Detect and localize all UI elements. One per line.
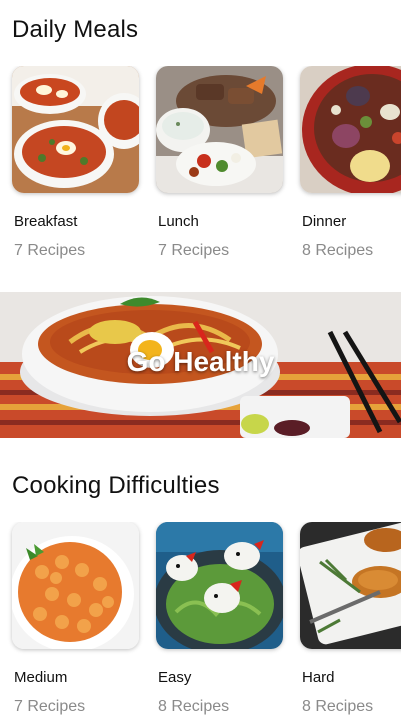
- hard-image: [300, 522, 401, 649]
- lunch-image: [156, 66, 283, 193]
- cooking-difficulties-heading: Cooking Difficulties: [12, 472, 220, 499]
- meal-name: Lunch: [158, 213, 199, 230]
- difficulty-name: Hard: [302, 669, 335, 686]
- daily-meals-heading: Daily Meals: [12, 16, 139, 43]
- recipe-count: 7 Recipes: [14, 242, 86, 259]
- recipe-count: 7 Recipes: [158, 242, 230, 259]
- recipe-count: 8 Recipes: [302, 242, 374, 259]
- easy-image: [156, 522, 283, 649]
- recipe-count: 7 Recipes: [14, 698, 86, 715]
- recipe-count: 8 Recipes: [302, 698, 374, 715]
- breakfast-image: [12, 66, 139, 193]
- medium-image: [12, 522, 139, 649]
- go-healthy-banner[interactable]: Go Healthy: [0, 292, 401, 438]
- recipe-count: 8 Recipes: [158, 698, 230, 715]
- cooking-difficulties-carousel[interactable]: Medium 7 Recipes Easy 8 Recipes Hard 8 R…: [0, 522, 401, 722]
- difficulty-name: Medium: [14, 669, 68, 686]
- daily-meals-carousel[interactable]: Breakfast 7 Recipes Lunch 7 Recipes Dinn…: [0, 66, 401, 266]
- dinner-image: [300, 66, 401, 193]
- difficulty-name: Easy: [158, 669, 192, 686]
- meal-name: Breakfast: [14, 213, 78, 230]
- meal-name: Dinner: [302, 213, 347, 230]
- banner-title: Go Healthy: [126, 346, 275, 377]
